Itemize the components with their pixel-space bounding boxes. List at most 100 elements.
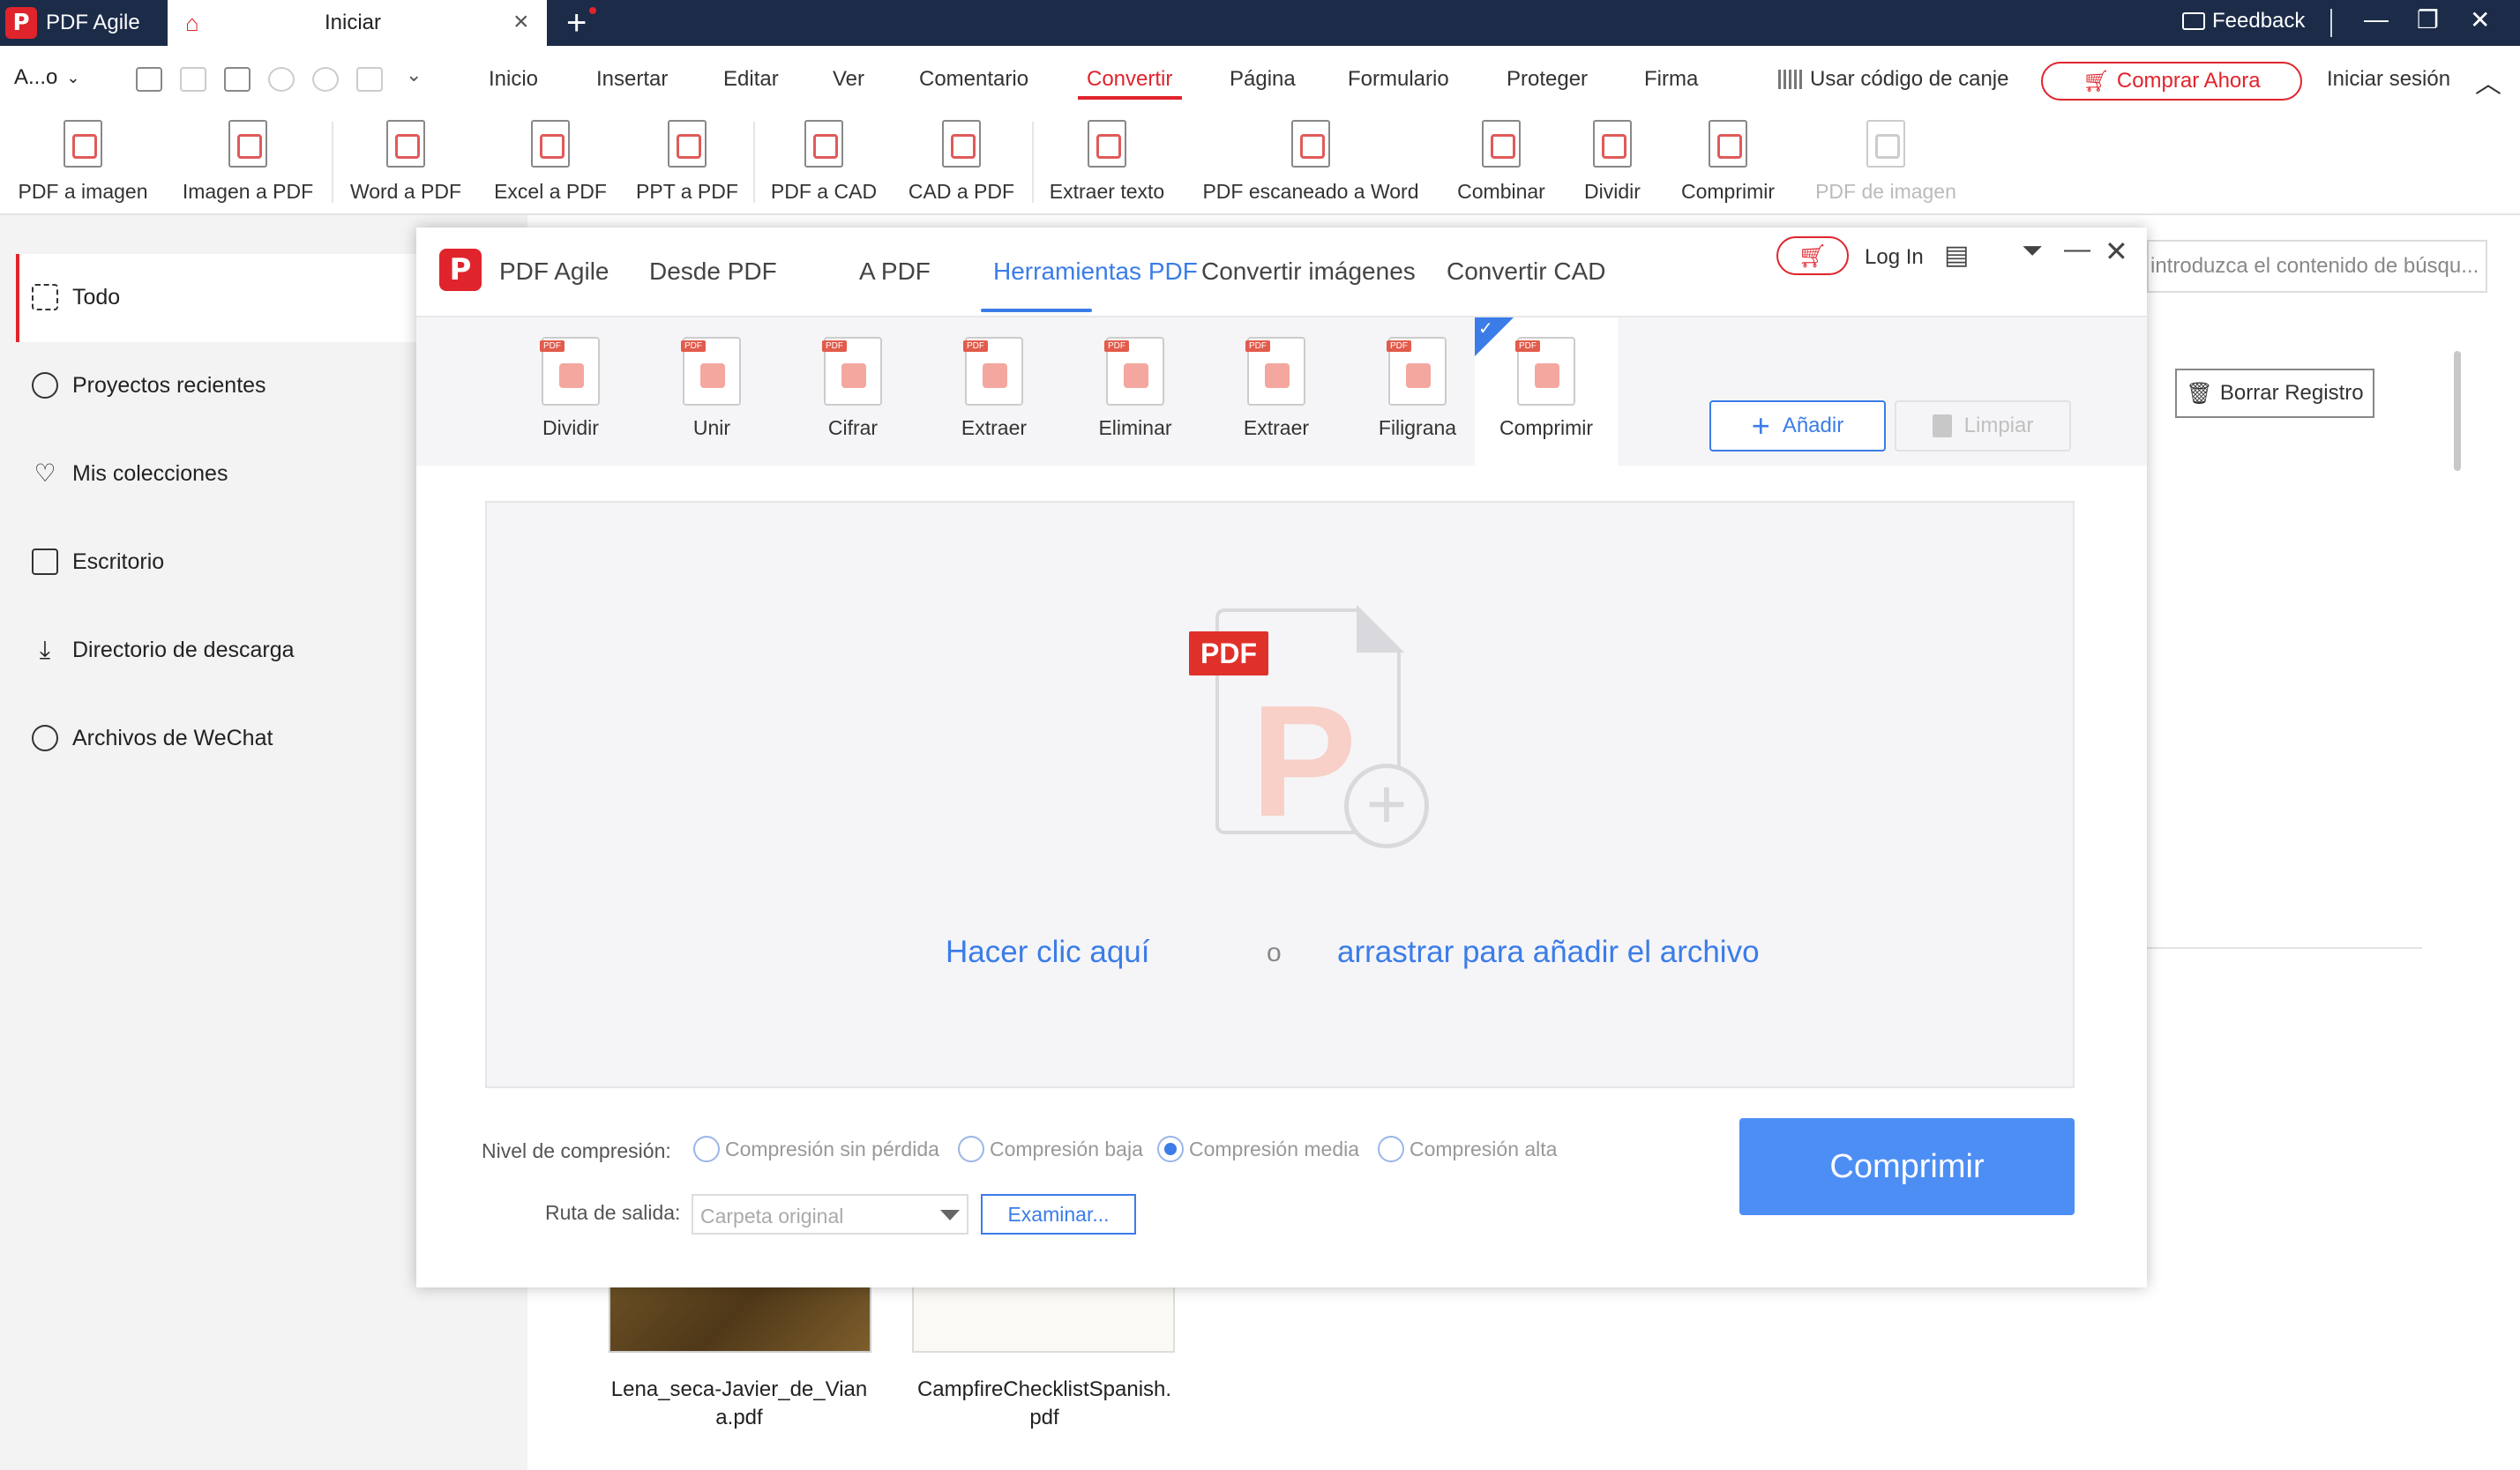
dropdown-arrow-icon [940, 1210, 960, 1220]
file-name[interactable]: Lena_seca-Javier_de_Vian a.pdf [598, 1376, 880, 1432]
tab-desde-pdf[interactable]: Desde PDF [649, 257, 777, 286]
dropdown-menu-icon[interactable]: ⏷ [2022, 236, 2043, 266]
redeem-code-button[interactable]: Usar código de canje [1778, 67, 2008, 92]
ribbon-compress[interactable]: Comprimir [1672, 120, 1783, 204]
radio-circle[interactable] [1157, 1136, 1184, 1162]
search-input[interactable]: introduzca el contenido de búsqu... [2147, 240, 2487, 293]
ribbon-pdf-to-cad[interactable]: PDF a CAD [762, 120, 886, 204]
tab-convertir-imagenes[interactable]: Convertir imágenes [1201, 257, 1416, 286]
scanned-pdf-to-word-icon [1291, 120, 1330, 168]
buy-now-button[interactable]: 🛒︎ Comprar Ahora [2041, 62, 2302, 101]
tool-extraer-imagenes[interactable]: Extraer [1205, 317, 1348, 467]
ribbon-excel-to-pdf[interactable]: Excel a PDF [487, 120, 614, 204]
new-tab-icon[interactable]: + [566, 4, 587, 43]
log-in-link[interactable]: Log In [1865, 245, 1924, 270]
tool-cifrar[interactable]: Cifrar [781, 317, 924, 467]
add-file-button[interactable]: + Añadir [1709, 400, 1886, 451]
account-dropdown[interactable]: A...o ⌄ [14, 65, 79, 90]
sidebar-item-desktop[interactable]: Escritorio [32, 548, 164, 575]
minimize-window-icon[interactable]: — [2364, 5, 2389, 34]
sidebar-item-recent[interactable]: Proyectos recientes [32, 372, 266, 399]
ribbon-separator [753, 122, 755, 203]
redo-icon[interactable] [312, 67, 339, 92]
home-icon[interactable] [356, 67, 383, 92]
cart-icon[interactable]: 🛒︎ [1776, 236, 1849, 275]
close-tab-icon[interactable]: × [513, 7, 529, 37]
menu-comentario[interactable]: Comentario [919, 67, 1028, 92]
document-tab[interactable]: ⌂ Iniciar × [168, 0, 547, 46]
chevron-up-icon[interactable]: ︿ [2475, 62, 2501, 101]
ribbon-scanned-pdf-to-word[interactable]: PDF escaneado a Word [1194, 120, 1427, 204]
output-path-select[interactable]: Carpeta original [692, 1194, 968, 1235]
tool-filigrana[interactable]: Filigrana [1346, 317, 1489, 467]
tool-strip: Dividir Unir Cifrar Extraer Eliminar Ext… [416, 316, 2147, 467]
radio-lossless[interactable]: Compresión sin pérdida [693, 1136, 939, 1162]
add-label: Añadir [1782, 414, 1844, 437]
ribbon-pdf-to-image[interactable]: PDF a imagen [12, 120, 153, 204]
minimize-dialog-icon[interactable]: — [2064, 235, 2090, 265]
customize-dropdown-icon[interactable]: ⌄ [406, 63, 422, 86]
sidebar-item-collections[interactable]: ♡ Mis colecciones [32, 460, 228, 487]
app-tab[interactable]: P PDF Agile [0, 0, 168, 46]
browse-button[interactable]: Examinar... [981, 1194, 1136, 1235]
chat-icon[interactable]: ▤ [1944, 240, 1969, 271]
close-dialog-icon[interactable]: ✕ [2105, 235, 2128, 268]
menu-ver[interactable]: Ver [833, 67, 864, 92]
ribbon-label: PDF de imagen [1815, 180, 1956, 203]
file-name-line: a.pdf [715, 1406, 763, 1429]
ribbon-ppt-to-pdf[interactable]: PPT a PDF [628, 120, 746, 204]
save-icon[interactable] [180, 67, 206, 92]
tool-dividir[interactable]: Dividir [499, 317, 642, 467]
undo-icon[interactable] [268, 67, 295, 92]
menu-formulario[interactable]: Formulario [1348, 67, 1449, 92]
ribbon-extract-text[interactable]: Extraer texto [1043, 120, 1171, 204]
menu-inicio[interactable]: Inicio [489, 67, 538, 92]
file-drop-zone[interactable]: PDF P + Hacer clic aquí o arrastrar para… [485, 501, 2075, 1088]
radio-circle[interactable] [693, 1136, 720, 1162]
radio-high[interactable]: Compresión alta [1378, 1136, 1557, 1162]
clear-record-button[interactable]: 🗑︎ Borrar Registro [2175, 369, 2374, 418]
file-name-line: pdf [1029, 1406, 1059, 1429]
titlebar-separator [2330, 9, 2332, 37]
radio-medium[interactable]: Compresión media [1157, 1136, 1359, 1162]
menu-pagina[interactable]: Página [1230, 67, 1296, 92]
print-icon[interactable] [224, 67, 251, 92]
click-here-link[interactable]: Hacer clic aquí [946, 935, 1149, 970]
barcode-icon [1778, 70, 1805, 89]
drag-to-add-link[interactable]: arrastrar para añadir el archivo [1337, 935, 1760, 970]
sidebar-item-downloads[interactable]: ⤓ Directorio de descarga [32, 637, 295, 663]
account-label: A...o [14, 65, 58, 89]
tool-comprimir[interactable]: ✓ Comprimir [1475, 317, 1618, 467]
menu-convertir[interactable]: Convertir [1087, 67, 1172, 92]
compress-button[interactable]: Comprimir [1739, 1118, 2075, 1215]
menu-proteger[interactable]: Proteger [1507, 67, 1588, 92]
close-window-icon[interactable]: ✕ [2470, 5, 2490, 34]
tab-herramientas-pdf[interactable]: Herramientas PDF [993, 257, 1198, 286]
file-name[interactable]: CampfireChecklistSpanish. pdf [903, 1376, 1185, 1432]
radio-circle[interactable] [958, 1136, 984, 1162]
ribbon-label: Extraer texto [1049, 180, 1165, 203]
tool-extraer-paginas[interactable]: Extraer [923, 317, 1066, 467]
ribbon-cad-to-pdf[interactable]: CAD a PDF [900, 120, 1023, 204]
feedback-button[interactable]: Feedback [2182, 9, 2305, 34]
tab-convertir-cad[interactable]: Convertir CAD [1447, 257, 1605, 286]
radio-low[interactable]: Compresión baja [958, 1136, 1143, 1162]
scrollbar[interactable] [2454, 351, 2461, 471]
sidebar-item-todo[interactable]: Todo [32, 284, 120, 310]
menu-firma[interactable]: Firma [1644, 67, 1698, 92]
menu-editar[interactable]: Editar [723, 67, 779, 92]
restore-window-icon[interactable]: ❐ [2417, 5, 2439, 34]
file-fold-shape [1357, 605, 1404, 653]
menu-insertar[interactable]: Insertar [596, 67, 668, 92]
ribbon-combine[interactable]: Combinar [1448, 120, 1554, 204]
open-folder-icon[interactable] [136, 67, 162, 92]
sidebar-item-wechat[interactable]: Archivos de WeChat [32, 725, 273, 751]
tool-unir[interactable]: Unir [640, 317, 783, 467]
ribbon-image-to-pdf[interactable]: Imagen a PDF [175, 120, 321, 204]
sign-in-link[interactable]: Iniciar sesión [2327, 67, 2450, 92]
ribbon-word-to-pdf[interactable]: Word a PDF [342, 120, 469, 204]
tab-a-pdf[interactable]: A PDF [859, 257, 931, 286]
tool-eliminar[interactable]: Eliminar [1064, 317, 1207, 467]
radio-circle[interactable] [1378, 1136, 1404, 1162]
ribbon-split[interactable]: Dividir [1572, 120, 1653, 204]
